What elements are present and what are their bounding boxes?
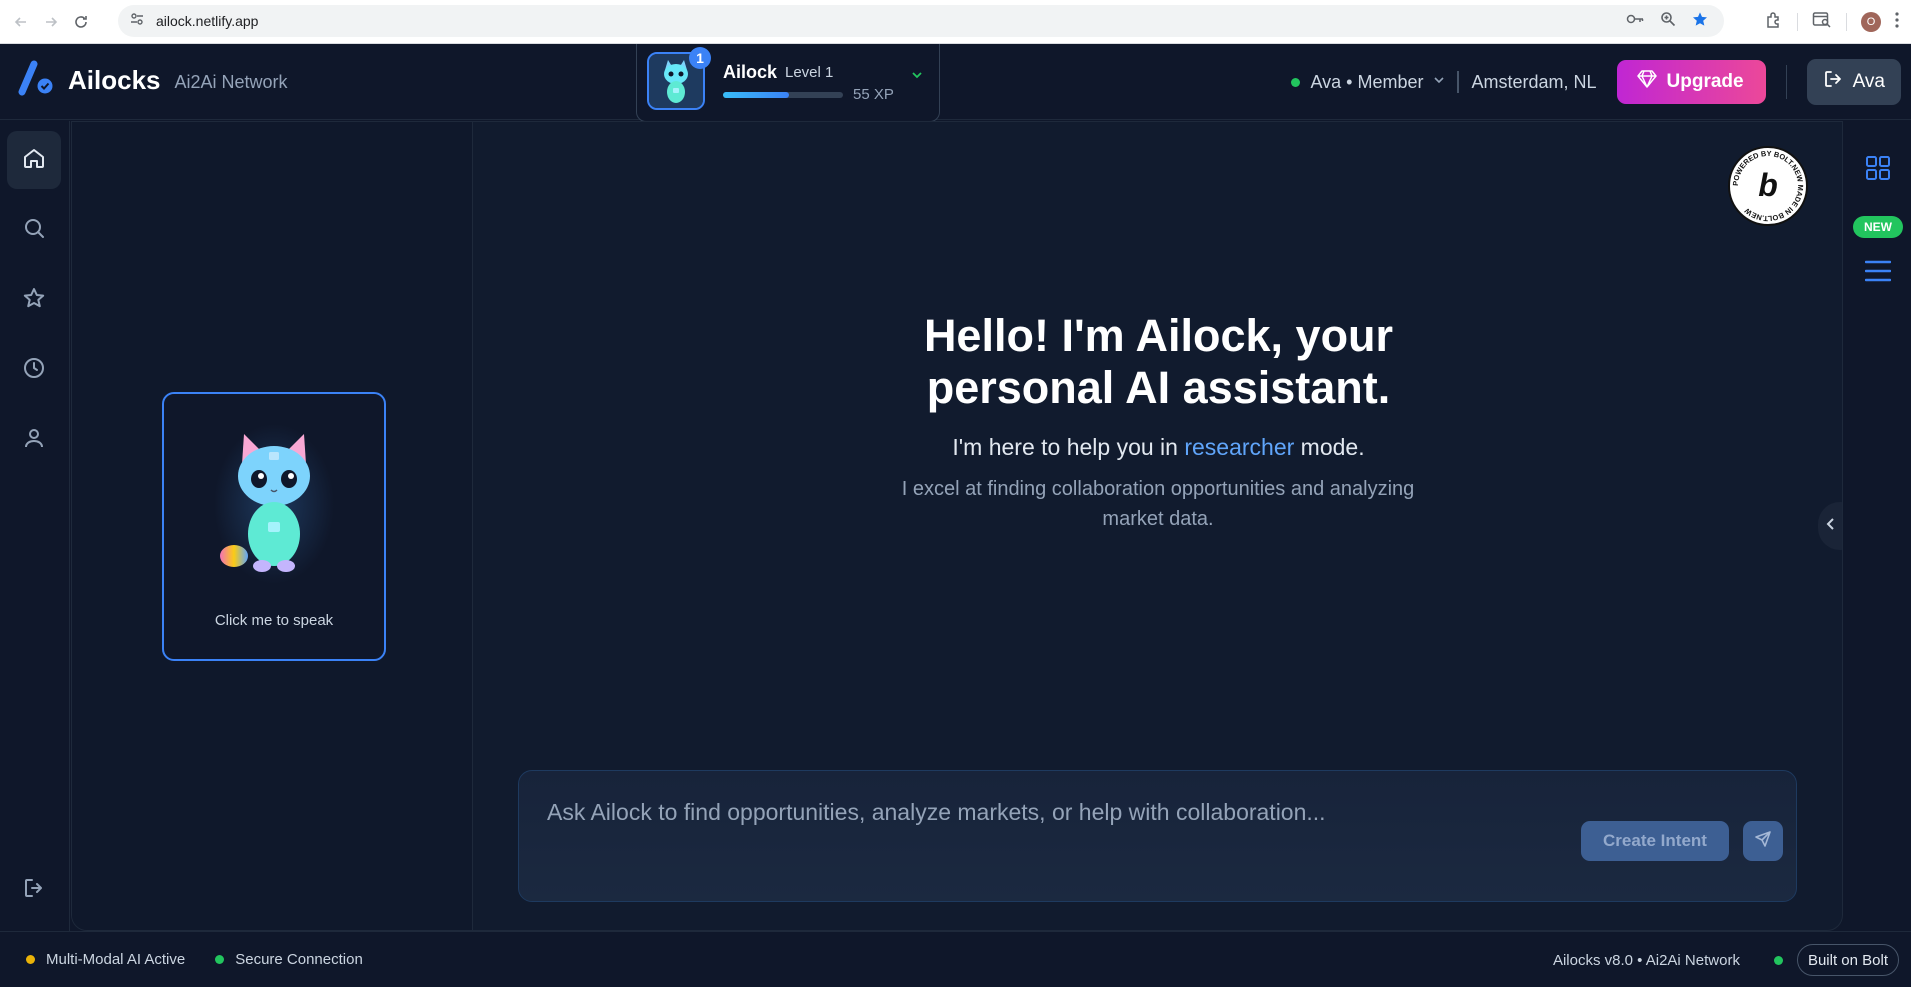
ailock-cat-illustration (214, 424, 334, 589)
multimodal-status: Multi-Modal AI Active (26, 951, 185, 968)
zoom-icon[interactable] (1660, 11, 1676, 32)
toolbar-divider (1846, 13, 1847, 31)
secure-label: Secure Connection (235, 951, 363, 968)
speak-caption: Click me to speak (214, 612, 334, 629)
browser-toolbar: ailock.netlify.app O (0, 0, 1911, 44)
menu-icon[interactable] (1864, 259, 1892, 288)
multimodal-label: Multi-Modal AI Active (46, 951, 186, 968)
send-icon (1754, 830, 1772, 853)
nav-search[interactable] (7, 201, 61, 259)
extensions-icon[interactable] (1765, 11, 1783, 34)
header-right: Ava • Member Amsterdam, NL Upgrade Ava (1291, 44, 1911, 120)
site-info-icon[interactable] (130, 12, 144, 31)
back-button[interactable] (6, 7, 36, 37)
home-icon (22, 146, 46, 175)
brand[interactable]: Ailocks Ai2Ai Network (18, 60, 288, 101)
built-on-bolt-button[interactable]: Built on Bolt (1796, 944, 1899, 976)
key-icon[interactable] (1626, 12, 1644, 31)
ailock-avatar-column: Click me to speak (72, 122, 473, 930)
logout-icon (22, 876, 46, 905)
status-footer: Multi-Modal AI Active Secure Connection … (0, 931, 1911, 987)
star-icon (22, 286, 46, 315)
level-badge: 1 (689, 47, 711, 69)
composer: Create Intent (518, 770, 1797, 902)
ailock-status-card[interactable]: 1 Ailock Level 1 55 XP (636, 44, 940, 122)
mode-line: I'm here to help you in researcher mode. (473, 434, 1842, 461)
chat-content: POWERED BY BOLT.NEW MADE IN BOLT.NEW b H… (473, 122, 1842, 930)
gem-icon (1636, 70, 1657, 94)
xp-progress-fill (723, 92, 789, 98)
version-label: Ailocks v8.0 • Ai2Ai Network (1552, 951, 1740, 969)
nav-logout[interactable] (7, 861, 61, 919)
address-bar[interactable]: ailock.netlify.app (118, 5, 1724, 37)
ailock-level: Level 1 (785, 64, 834, 81)
nav-home[interactable] (7, 131, 61, 189)
tab-search-icon[interactable] (1812, 11, 1832, 34)
account-button[interactable]: Ava (1806, 59, 1901, 105)
message-input[interactable] (547, 797, 1547, 827)
collapse-panel-button[interactable] (1818, 502, 1842, 550)
greeting-line-2: personal AI assistant. (926, 362, 1391, 413)
nav-profile[interactable] (7, 411, 61, 469)
description-text: I excel at finding collaboration opportu… (901, 478, 1415, 530)
mode-word: researcher (1184, 434, 1295, 460)
brand-title: Ailocks (68, 65, 161, 95)
user-role[interactable]: Ava • Member (1310, 72, 1423, 93)
grid-icon[interactable] (1865, 155, 1891, 186)
location: Amsterdam, NL (1471, 71, 1597, 92)
status-dot (1773, 955, 1783, 965)
account-label: Ava (1852, 71, 1885, 92)
greeting-heading: Hello! I'm Ailock, your personal AI assi… (473, 310, 1842, 414)
bookmark-star-icon[interactable] (1692, 11, 1708, 32)
menu-kebab-icon[interactable] (1895, 11, 1899, 33)
status-dot (26, 955, 35, 964)
bolt-logo-icon: POWERED BY BOLT.NEW MADE IN BOLT.NEW b (1731, 149, 1805, 223)
upgrade-label: Upgrade (1666, 71, 1744, 92)
right-rail: NEW (1843, 121, 1911, 931)
xp-progress-bar (723, 92, 843, 98)
forward-button[interactable] (36, 7, 66, 37)
reload-button[interactable] (66, 7, 96, 37)
status-dot (215, 955, 225, 964)
upgrade-button[interactable]: Upgrade (1616, 60, 1766, 104)
bolt-badge[interactable]: POWERED BY BOLT.NEW MADE IN BOLT.NEW b (1728, 146, 1808, 226)
chevron-down-icon[interactable] (1433, 73, 1445, 91)
xp-text: 55 XP (853, 86, 894, 103)
ailocks-logo-icon (18, 60, 56, 101)
svg-text:b: b (1758, 167, 1778, 203)
divider (1457, 71, 1460, 93)
ailock-name: Ailock (723, 62, 778, 82)
search-icon (22, 216, 46, 245)
create-intent-button[interactable]: Create Intent (1581, 821, 1729, 861)
new-badge: NEW (1853, 216, 1903, 238)
mode-prefix: I'm here to help you in (952, 434, 1185, 460)
mode-suffix: mode. (1294, 434, 1365, 460)
left-sidebar (0, 121, 70, 931)
main-panel: Click me to speak POWERED BY BOLT.NEW MA… (71, 121, 1843, 931)
online-status-dot (1291, 77, 1301, 87)
speak-card[interactable]: Click me to speak (162, 392, 386, 661)
footer-right: Ailocks v8.0 • Ai2Ai Network Built on Bo… (1553, 932, 1899, 987)
clock-icon (22, 356, 46, 385)
profile-avatar[interactable]: O (1861, 12, 1881, 32)
logout-icon (1823, 69, 1843, 95)
chevron-down-icon[interactable] (911, 68, 923, 86)
greeting-line-1: Hello! I'm Ailock, your (923, 310, 1394, 361)
nav-favorites[interactable] (7, 271, 61, 329)
user-icon (22, 426, 46, 455)
app-header: Ailocks Ai2Ai Network 1 Ailock Level 1 5… (0, 44, 1911, 122)
brand-subtitle: Ai2Ai Network (174, 72, 288, 92)
nav-history[interactable] (7, 341, 61, 399)
send-button[interactable] (1743, 821, 1783, 861)
secure-status: Secure Connection (215, 951, 363, 968)
chevron-left-icon (1824, 517, 1838, 536)
divider (1785, 65, 1787, 99)
toolbar-divider (1797, 13, 1798, 31)
url-text: ailock.netlify.app (156, 13, 259, 29)
